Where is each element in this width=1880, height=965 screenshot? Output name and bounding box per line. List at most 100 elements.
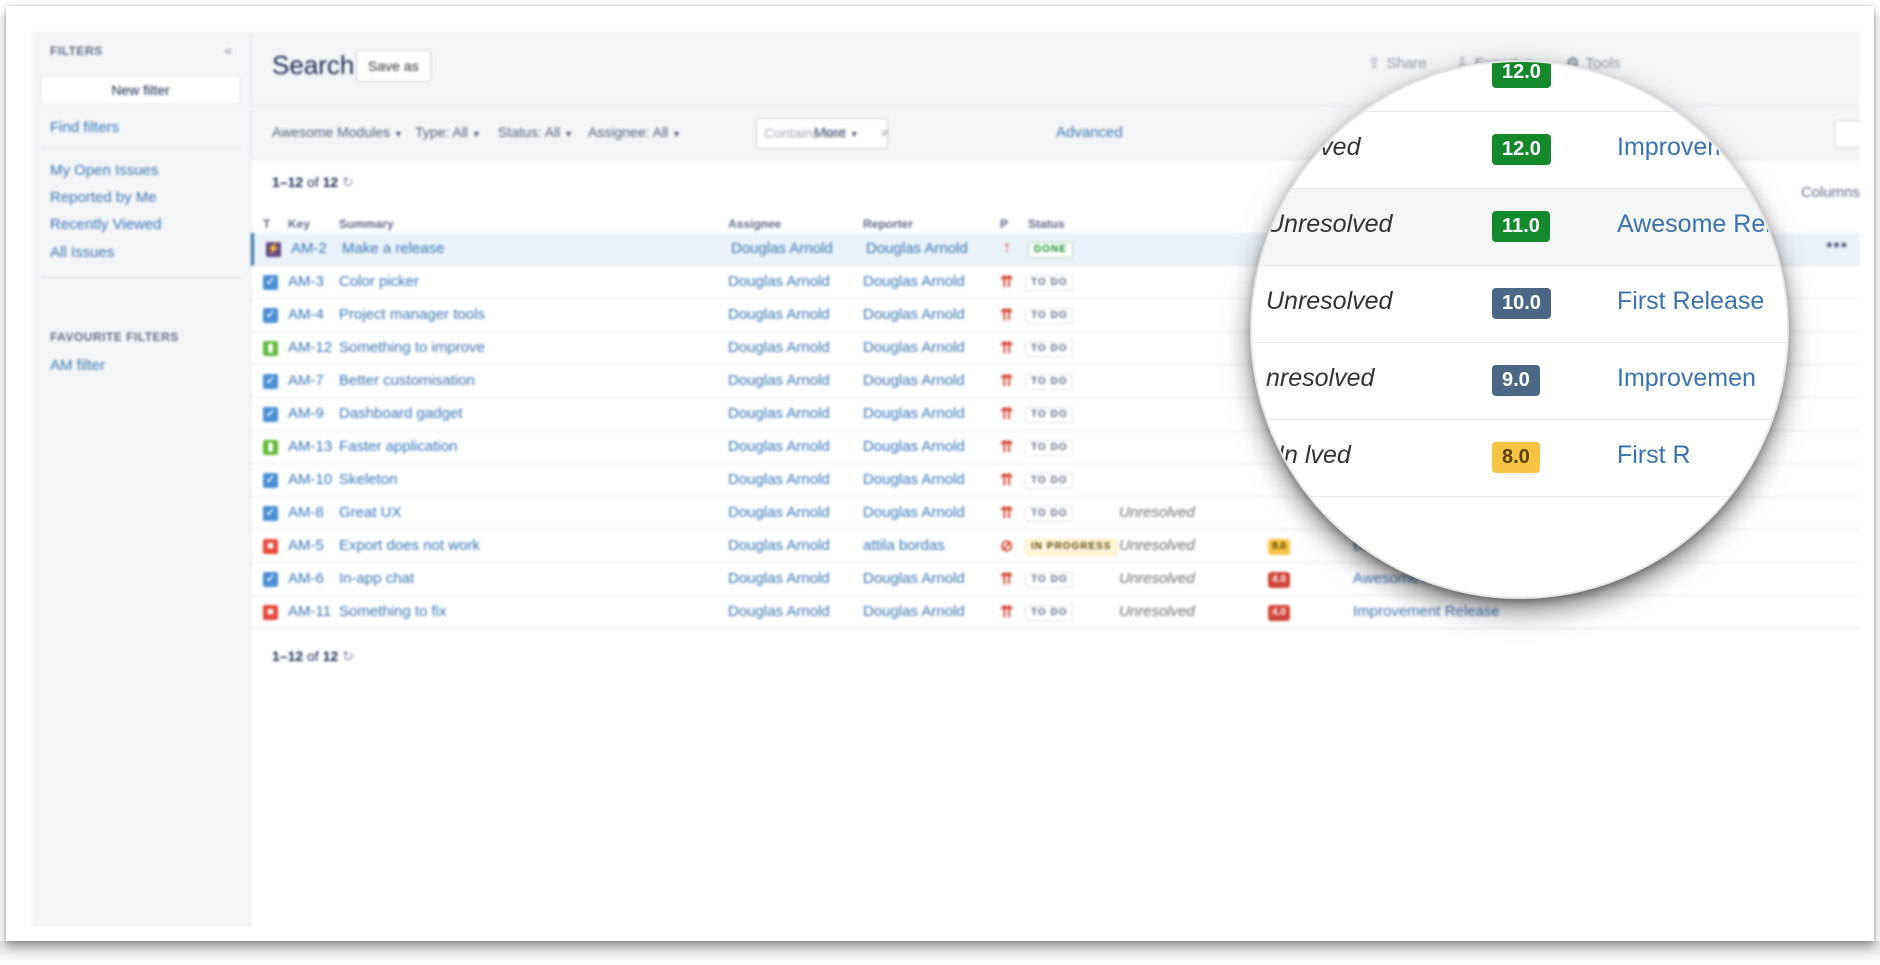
issue-key-link[interactable]: AM-6 — [288, 570, 324, 587]
assignee-link[interactable]: Douglas Arnold — [728, 570, 830, 587]
reporter-link[interactable]: Douglas Arnold — [863, 504, 965, 521]
issue-summary-link[interactable]: Make a release — [342, 240, 445, 257]
assignee-link[interactable]: Douglas Arnold — [728, 405, 830, 422]
issue-key-link[interactable]: AM-2 — [291, 240, 327, 257]
col-header-status[interactable]: Status — [1028, 217, 1065, 231]
layout-switcher-button[interactable] — [1834, 120, 1860, 148]
search-icon[interactable]: ⌕ — [881, 124, 889, 141]
reporter-link[interactable]: Douglas Arnold — [863, 273, 965, 290]
issue-summary-link[interactable]: In-app chat — [339, 570, 414, 587]
issue-summary-link[interactable]: Great UX — [339, 504, 402, 521]
issue-key-link[interactable]: AM-5 — [288, 537, 324, 554]
assignee-link[interactable]: Douglas Arnold — [728, 603, 830, 620]
issue-summary-link[interactable]: Export does not work — [339, 537, 480, 554]
magnified-release-link[interactable]: First R — [1617, 441, 1691, 470]
chevron-down-icon: ▼ — [672, 129, 681, 139]
issue-summary-link[interactable]: Faster application — [339, 438, 457, 455]
magnified-release-link[interactable]: Awesome Rel — [1617, 210, 1771, 239]
col-header-type[interactable]: T — [263, 217, 270, 231]
col-header-summary[interactable]: Summary — [339, 217, 394, 231]
status-lozenge: DONE — [1028, 242, 1073, 258]
reporter-link[interactable]: Douglas Arnold — [863, 306, 965, 323]
favourite-filter-am[interactable]: AM filter — [50, 357, 105, 374]
assignee-link[interactable]: Douglas Arnold — [728, 504, 830, 521]
reporter-link[interactable]: Douglas Arnold — [863, 570, 965, 587]
issue-key-link[interactable]: AM-13 — [288, 438, 332, 455]
table-row[interactable]: ■ AM-11 Something to fix Douglas Arnold Doug… — [251, 596, 1860, 629]
resolution-text: Unresolved — [1119, 570, 1195, 587]
issue-key-link[interactable]: AM-3 — [288, 273, 324, 290]
issue-summary-link[interactable]: Something to improve — [339, 339, 485, 356]
type-filter-dropdown[interactable]: Type: All ▼ — [415, 124, 481, 140]
issue-summary-link[interactable]: Skeleton — [339, 471, 397, 488]
assignee-link[interactable]: Douglas Arnold — [728, 438, 830, 455]
sidebar-item-my-open-issues[interactable]: My Open Issues — [50, 162, 158, 179]
issue-type-story-icon: ▮ — [263, 341, 278, 356]
issue-summary-link[interactable]: Dashboard gadget — [339, 405, 462, 422]
issue-summary-link[interactable]: Better customisation — [339, 372, 475, 389]
more-filter-dropdown[interactable]: More ▼ — [814, 124, 859, 140]
col-header-priority[interactable]: P — [1000, 217, 1008, 231]
issue-summary-link[interactable]: Color picker — [339, 273, 419, 290]
status-lozenge: TO DO — [1025, 275, 1074, 291]
issue-key-link[interactable]: AM-10 — [288, 471, 332, 488]
reporter-link[interactable]: Douglas Arnold — [863, 438, 965, 455]
reporter-link[interactable]: attila bordas — [863, 537, 945, 554]
priority-icon: ⇈ — [1000, 604, 1014, 621]
issue-key-link[interactable]: AM-4 — [288, 306, 324, 323]
magnified-release-link[interactable]: B — [1617, 62, 1634, 85]
issue-key-link[interactable]: AM-11 — [288, 603, 331, 620]
results-of: of — [307, 648, 319, 664]
reporter-link[interactable]: Douglas Arnold — [866, 240, 968, 257]
status-filter-dropdown[interactable]: Status: All ▼ — [498, 124, 573, 140]
columns-button[interactable]: Columns — [1801, 184, 1860, 201]
assignee-link[interactable]: Douglas Arnold — [731, 240, 833, 257]
reporter-link[interactable]: Douglas Arnold — [863, 372, 965, 389]
magnified-version-badge: 12.0 — [1492, 134, 1551, 165]
issue-summary-link[interactable]: Project manager tools — [339, 306, 485, 323]
col-header-assignee[interactable]: Assignee — [728, 217, 781, 231]
version-badge: 4.0 — [1268, 572, 1290, 588]
release-link[interactable]: Improvement Release — [1353, 603, 1500, 620]
issue-type-task-icon: ✓ — [263, 572, 278, 587]
col-header-key[interactable]: Key — [288, 217, 310, 231]
magnified-release-link[interactable]: Improveme — [1617, 133, 1742, 162]
screenshot-frame: FILTERS « New filter Find filters My Ope… — [6, 6, 1874, 941]
status-lozenge: TO DO — [1025, 341, 1074, 357]
magnified-release-link[interactable]: Improvemen — [1617, 364, 1756, 393]
sidebar-item-recently-viewed[interactable]: Recently Viewed — [50, 216, 161, 233]
results-range: 1–12 — [272, 174, 304, 190]
project-filter-dropdown[interactable]: Awesome Modules ▼ — [272, 124, 403, 140]
results-count: 1–12 of 12 ↻ — [272, 174, 354, 191]
assignee-link[interactable]: Douglas Arnold — [728, 306, 830, 323]
find-filters-link[interactable]: Find filters — [50, 119, 119, 136]
issue-key-link[interactable]: AM-7 — [288, 372, 324, 389]
sidebar-item-reported-by-me[interactable]: Reported by Me — [50, 189, 157, 206]
refresh-icon[interactable]: ↻ — [342, 648, 354, 664]
issue-key-link[interactable]: AM-8 — [288, 504, 324, 521]
assignee-link[interactable]: Douglas Arnold — [728, 339, 830, 356]
assignee-filter-dropdown[interactable]: Assignee: All ▼ — [588, 124, 681, 140]
magnified-release-link[interactable]: First Release — [1617, 287, 1764, 316]
assignee-link[interactable]: Douglas Arnold — [728, 372, 830, 389]
issue-key-link[interactable]: AM-9 — [288, 405, 324, 422]
assignee-link[interactable]: Douglas Arnold — [728, 537, 830, 554]
magnified-row: nresolved 9.0 Improvemen — [1252, 343, 1787, 420]
reporter-link[interactable]: Douglas Arnold — [863, 405, 965, 422]
assignee-link[interactable]: Douglas Arnold — [728, 273, 830, 290]
sidebar-item-all-issues[interactable]: All Issues — [50, 244, 114, 261]
issue-type-bug-icon: ■ — [263, 539, 278, 554]
assignee-link[interactable]: Douglas Arnold — [728, 471, 830, 488]
reporter-link[interactable]: Douglas Arnold — [863, 339, 965, 356]
reporter-link[interactable]: Douglas Arnold — [863, 471, 965, 488]
row-actions-icon[interactable]: ••• — [1826, 235, 1848, 256]
refresh-icon[interactable]: ↻ — [342, 174, 354, 190]
save-as-button[interactable]: Save as — [356, 50, 431, 82]
new-filter-button[interactable]: New filter — [40, 75, 241, 105]
col-header-reporter[interactable]: Reporter — [863, 217, 913, 231]
collapse-sidebar-icon[interactable]: « — [224, 42, 232, 58]
reporter-link[interactable]: Douglas Arnold — [863, 603, 965, 620]
issue-summary-link[interactable]: Something to fix — [339, 603, 447, 620]
issue-key-link[interactable]: AM-12 — [288, 339, 332, 356]
advanced-search-link[interactable]: Advanced — [1056, 124, 1123, 141]
